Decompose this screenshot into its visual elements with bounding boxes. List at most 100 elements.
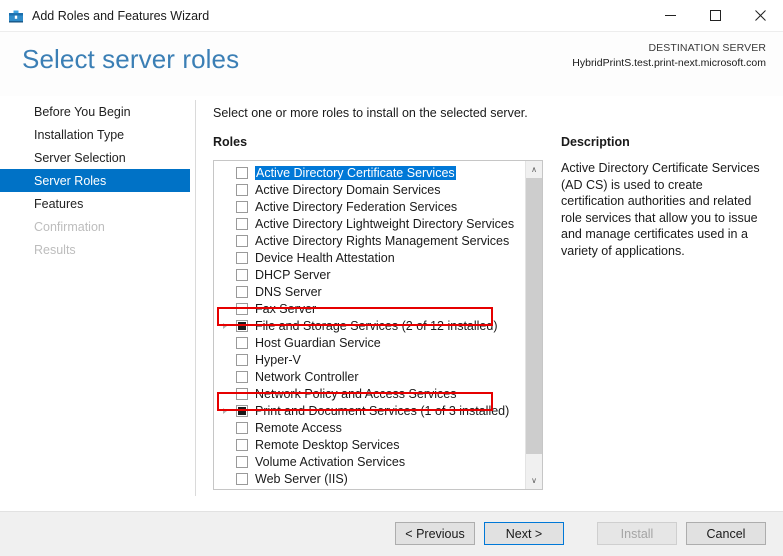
role-label: Windows Deployment Services (255, 489, 427, 490)
role-checkbox[interactable] (236, 183, 248, 196)
role-list-item[interactable]: Active Directory Domain Services (214, 181, 525, 198)
role-checkbox[interactable] (236, 472, 248, 485)
role-label: Print and Document Services (1 of 3 inst… (255, 403, 510, 418)
role-label: Network Controller (255, 369, 359, 384)
sidebar-item-confirmation: Confirmation (0, 215, 195, 238)
role-list-item[interactable]: Volume Activation Services (214, 453, 525, 470)
footer-button-group: < Previous Next > Install Cancel (395, 522, 766, 545)
role-list-item[interactable]: Active Directory Rights Management Servi… (214, 232, 525, 249)
role-label: Active Directory Federation Services (255, 199, 458, 214)
role-list-item[interactable]: Windows Deployment Services (214, 487, 525, 490)
sidebar-item-server-roles[interactable]: Server Roles (0, 169, 190, 192)
role-label: Web Server (IIS) (255, 471, 348, 486)
role-list-item[interactable]: DNS Server (214, 283, 525, 300)
expand-arrow-icon[interactable] (218, 322, 232, 329)
role-checkbox[interactable] (236, 285, 248, 298)
role-checkbox[interactable] (236, 234, 248, 247)
role-label: Network Policy and Access Services (255, 386, 457, 401)
role-label: Fax Server (255, 301, 317, 316)
role-label: Remote Desktop Services (255, 437, 400, 452)
role-list-item[interactable]: Remote Desktop Services (214, 436, 525, 453)
destination-server-block: DESTINATION SERVER HybridPrintS.test.pri… (572, 41, 766, 71)
sidebar-item-label: Results (34, 242, 76, 257)
scroll-up-arrow-icon[interactable]: ∧ (526, 161, 542, 178)
role-label: Active Directory Certificate Services (255, 165, 456, 180)
role-list-item[interactable]: File and Storage Services (2 of 12 insta… (214, 317, 525, 334)
role-checkbox[interactable] (236, 404, 248, 417)
sidebar-item-server-selection[interactable]: Server Selection (0, 146, 195, 169)
role-list-item[interactable]: Hyper-V (214, 351, 525, 368)
role-checkbox[interactable] (236, 302, 248, 315)
window-controls (648, 0, 783, 31)
server-manager-icon (8, 8, 24, 24)
role-checkbox[interactable] (236, 353, 248, 366)
role-list-item[interactable]: Active Directory Certificate Services (214, 164, 525, 181)
role-label: Active Directory Domain Services (255, 182, 441, 197)
role-label: Host Guardian Service (255, 335, 381, 350)
destination-server-label: DESTINATION SERVER (648, 42, 766, 54)
role-label: DNS Server (255, 284, 322, 299)
main-content: Select one or more roles to install on t… (195, 100, 783, 496)
close-button[interactable] (738, 0, 783, 31)
role-checkbox[interactable] (236, 268, 248, 281)
role-checkbox[interactable] (236, 217, 248, 230)
role-checkbox[interactable] (236, 387, 248, 400)
role-list-item[interactable]: DHCP Server (214, 266, 525, 283)
role-checkbox[interactable] (236, 455, 248, 468)
role-label: Hyper-V (255, 352, 301, 367)
sidebar-item-label: Server Roles (34, 173, 107, 188)
roles-list-box[interactable]: Active Directory Certificate Services Act… (213, 160, 543, 490)
role-list-item[interactable]: Device Health Attestation (214, 249, 525, 266)
sidebar-item-label: Before You Begin (34, 104, 131, 119)
role-checkbox[interactable] (236, 490, 248, 491)
role-list-item[interactable]: Active Directory Federation Services (214, 198, 525, 215)
role-checkbox[interactable] (236, 200, 248, 213)
maximize-button[interactable] (693, 0, 738, 31)
role-checkbox[interactable] (236, 438, 248, 451)
scroll-down-arrow-icon[interactable]: ∨ (526, 472, 542, 489)
role-checkbox[interactable] (236, 251, 248, 264)
sidebar-item-installation-type[interactable]: Installation Type (0, 123, 195, 146)
role-list-item[interactable]: Fax Server (214, 300, 525, 317)
next-button[interactable]: Next > (484, 522, 564, 545)
instruction-text: Select one or more roles to install on t… (213, 106, 528, 120)
page-title: Select server roles (22, 44, 240, 74)
sidebar-item-label: Confirmation (34, 219, 105, 234)
sidebar-item-results: Results (0, 238, 195, 261)
role-list-item[interactable]: Print and Document Services (1 of 3 inst… (214, 402, 525, 419)
role-checkbox[interactable] (236, 166, 248, 179)
scrollbar-thumb[interactable] (526, 178, 542, 454)
role-list-item[interactable]: Active Directory Lightweight Directory S… (214, 215, 525, 232)
destination-server-name: HybridPrintS.test.print-next.microsoft.c… (572, 57, 766, 70)
role-list-item[interactable]: Remote Access (214, 419, 525, 436)
install-button: Install (597, 522, 677, 545)
roles-scrollbar[interactable]: ∧ ∨ (525, 161, 542, 489)
role-label: Remote Access (255, 420, 342, 435)
role-label: Device Health Attestation (255, 250, 395, 265)
title-bar[interactable]: Add Roles and Features Wizard (0, 0, 783, 31)
cancel-button[interactable]: Cancel (686, 522, 766, 545)
description-section-label: Description (561, 135, 630, 149)
previous-button[interactable]: < Previous (395, 522, 475, 545)
role-checkbox[interactable] (236, 421, 248, 434)
role-list-item[interactable]: Web Server (IIS) (214, 470, 525, 487)
roles-section-label: Roles (213, 135, 248, 149)
expand-arrow-icon[interactable] (218, 407, 232, 414)
wizard-footer: < Previous Next > Install Cancel (0, 512, 783, 556)
role-checkbox[interactable] (236, 370, 248, 383)
sidebar-item-features[interactable]: Features (0, 192, 195, 215)
sidebar-item-label: Server Selection (34, 150, 126, 165)
role-list-item[interactable]: Network Controller (214, 368, 525, 385)
page-header: Select server roles DESTINATION SERVER H… (0, 32, 783, 96)
roles-list: Active Directory Certificate Services Act… (214, 164, 525, 490)
role-list-item[interactable]: Host Guardian Service (214, 334, 525, 351)
role-label: Volume Activation Services (255, 454, 406, 469)
role-checkbox[interactable] (236, 319, 248, 332)
sidebar-item-before-you-begin[interactable]: Before You Begin (0, 100, 195, 123)
role-label: Active Directory Rights Management Servi… (255, 233, 510, 248)
role-list-item[interactable]: Network Policy and Access Services (214, 385, 525, 402)
wizard-navigation: Before You Begin Installation Type Server … (0, 100, 195, 496)
sidebar-item-label: Features (34, 196, 84, 211)
role-checkbox[interactable] (236, 336, 248, 349)
minimize-button[interactable] (648, 0, 693, 31)
